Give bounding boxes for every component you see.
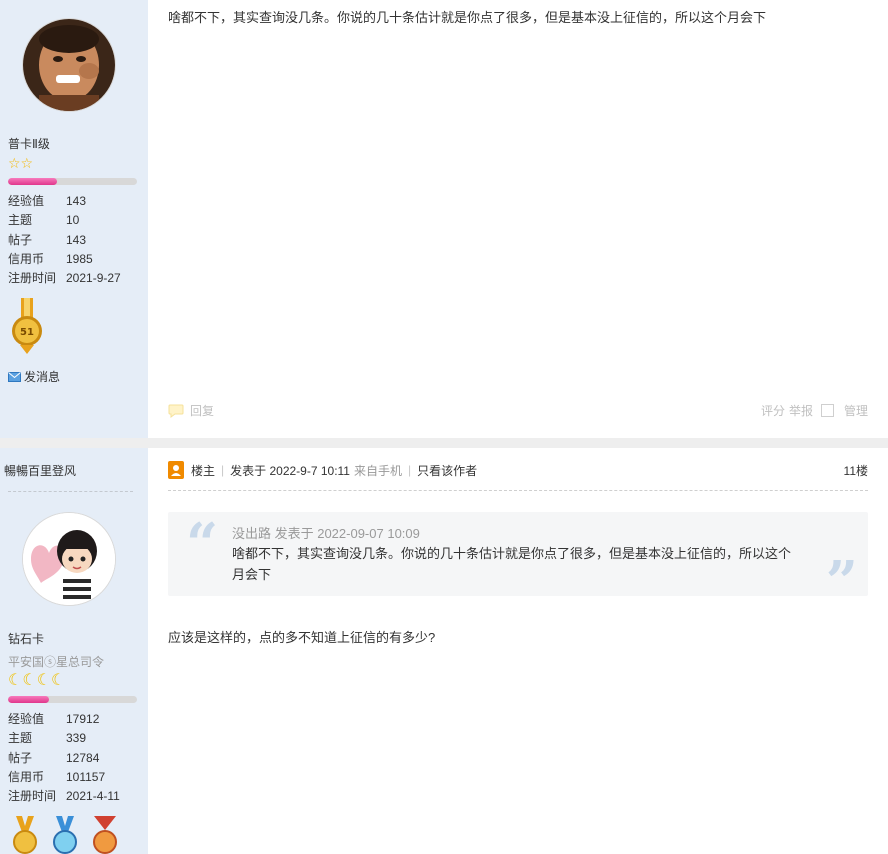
author-avatar[interactable]: [22, 512, 116, 606]
thread-owner-icon: [168, 461, 184, 479]
user-stats: 经验值 143 主题 10 帖子 143 信用币 1985 注册时间 2021-9-27: [8, 192, 138, 288]
level-moons-icon: ☾☾☾☾: [8, 672, 66, 689]
user-level: 钻石卡: [8, 632, 45, 646]
user-level: 普卡Ⅱ级: [8, 137, 50, 151]
owner-label: 楼主: [191, 463, 216, 478]
medal-list: 51: [8, 298, 46, 356]
level-stars-icon: ☆☆: [8, 155, 34, 171]
manage-checkbox[interactable]: [820, 404, 834, 417]
post-2: 暢暢百里登风 钻石卡 平安国ⓢ星总司令 ☾☾☾☾ 经验值 17912 主题 33…: [0, 448, 888, 854]
manage-link[interactable]: 管理: [844, 402, 868, 419]
author-sidebar: 暢暢百里登风 钻石卡 平安国ⓢ星总司令 ☾☾☾☾ 经验值 17912 主题 33…: [0, 448, 148, 854]
medal-list: [8, 816, 122, 854]
level-progress-bar: [8, 178, 137, 185]
author-sidebar: 普卡Ⅱ级 ☆☆ 经验值 143 主题 10 帖子 143 信用币 1985 注册时间 20…: [0, 0, 148, 438]
stat-row: 注册时间 2021-9-27: [8, 271, 121, 286]
medal-blue-icon[interactable]: [48, 816, 82, 854]
user-stats: 经验值 17912 主题 339 帖子 12784 信用币 101157 注册时间 202…: [8, 710, 138, 806]
stat-row: 注册时间 2021-4-11: [8, 789, 120, 804]
stat-row: 帖子 143: [8, 232, 87, 247]
username-divider: [8, 491, 133, 492]
stat-row: 信用币 1985: [8, 251, 93, 266]
svg-text:51: 51: [20, 327, 34, 338]
post-body: 啥都不下，其实查询没几条。你说的几十条估计就是你点了很多，但是基本没上征信的，所…: [168, 10, 767, 25]
envelope-icon: [8, 371, 21, 382]
username-link[interactable]: 暢暢百里登风: [4, 462, 76, 479]
close-quote-icon: ”: [825, 549, 858, 615]
author-avatar[interactable]: [22, 18, 116, 112]
user-custom-title: 平安国ⓢ星总司令: [8, 655, 105, 669]
stat-row: 帖子 12784: [8, 750, 100, 765]
quote-header: 没出路 发表于 2022-09-07 10:09: [232, 526, 420, 541]
meta-divider: [168, 490, 868, 491]
stat-row: 经验值 143: [8, 194, 87, 208]
post-time: 发表于 2022-9-7 10:11: [230, 463, 350, 478]
stat-row: 信用币 101157: [8, 769, 106, 784]
floor-number[interactable]: 11楼: [844, 462, 868, 479]
only-author-link[interactable]: 只看该作者: [417, 462, 477, 479]
post-actions: 评分 举报 管理: [761, 402, 868, 419]
rate-link[interactable]: 评分: [761, 402, 785, 419]
post-content-area: 啥都不下，其实查询没几条。你说的几十条估计就是你点了很多，但是基本没上征信的，所…: [148, 0, 888, 438]
medal-red-icon[interactable]: [88, 816, 122, 854]
medal-gold-icon[interactable]: [8, 816, 42, 854]
post-separator: [0, 438, 888, 448]
post-source[interactable]: 来自手机: [354, 462, 402, 479]
stat-row: 经验值 17912: [8, 712, 100, 726]
quote-text: 啥都不下，其实查询没几条。你说的几十条估计就是你点了很多，但是基本没上征信的，所…: [232, 546, 792, 582]
open-quote-icon: “: [186, 511, 219, 577]
stat-row: 主题 339: [8, 731, 87, 746]
report-link[interactable]: 举报: [789, 402, 813, 419]
quote-block: “ 没出路 发表于 2022-09-07 10:09 啥都不下，其实查询没几条。…: [168, 511, 868, 610]
post-meta-bar: 楼主 | 发表于 2022-9-7 10:11 来自手机 | 只看该作者 11楼: [168, 460, 868, 480]
stat-row: 主题 10: [8, 213, 80, 228]
level-progress-bar: [8, 696, 137, 703]
post-1: 普卡Ⅱ级 ☆☆ 经验值 143 主题 10 帖子 143 信用币 1985 注册时间 20…: [0, 0, 888, 438]
level-progress-fill: [8, 178, 58, 185]
reply-button[interactable]: 回复: [168, 402, 214, 419]
post-body: 应该是这样的，点的多不知道上征信的有多少?: [168, 630, 436, 645]
medal-icon[interactable]: 51: [8, 298, 46, 356]
level-progress-fill: [8, 696, 50, 703]
post-content-area: 楼主 | 发表于 2022-9-7 10:11 来自手机 | 只看该作者 11楼…: [148, 448, 888, 854]
reply-icon: [168, 404, 184, 418]
send-message-link[interactable]: 发消息: [8, 368, 60, 385]
